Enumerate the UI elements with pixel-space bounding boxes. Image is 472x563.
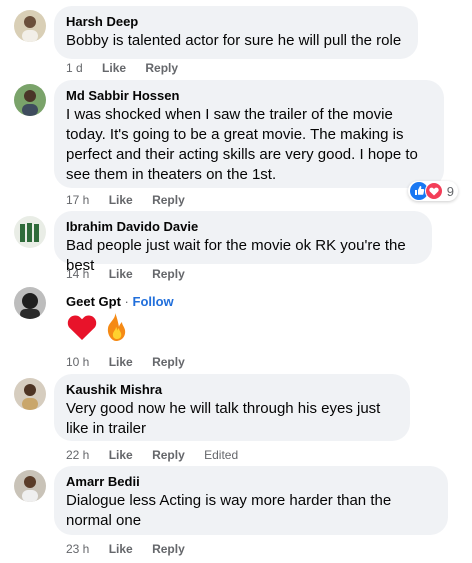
comment-actions: 17 h Like Reply	[66, 192, 201, 208]
timestamp[interactable]: 14 h	[66, 267, 89, 281]
separator: ·	[124, 294, 129, 309]
reaction-count: 9	[446, 183, 454, 199]
comment-actions: 10 h Like Reply	[66, 354, 201, 370]
author-name[interactable]: Kaushik Mishra	[66, 382, 398, 398]
reaction-summary[interactable]: 9	[407, 181, 458, 201]
author-name[interactable]: Geet Gpt	[66, 294, 121, 309]
avatar[interactable]	[14, 378, 46, 410]
avatar[interactable]	[14, 287, 46, 319]
comment-bubble: Md Sabbir Hossen I was shocked when I sa…	[54, 80, 444, 188]
heart-emoji-icon	[66, 312, 98, 347]
comment-bubble: Kaushik Mishra Very good now he will tal…	[54, 374, 410, 441]
love-reaction-icon	[424, 182, 443, 200]
reply-button[interactable]: Reply	[152, 542, 185, 556]
avatar[interactable]	[14, 470, 46, 502]
emoji-content	[66, 312, 174, 346]
comment-text: Bobby is talented actor for sure he will…	[66, 32, 402, 49]
comment-body: Geet Gpt · Follow	[66, 294, 174, 346]
avatar[interactable]	[14, 10, 46, 42]
reply-button[interactable]: Reply	[152, 355, 185, 369]
like-button[interactable]: Like	[109, 267, 133, 281]
avatar[interactable]	[14, 216, 46, 248]
comment-text: Dialogue less Acting is way more harder …	[66, 492, 392, 529]
comment-text: Very good now he will talk through his e…	[66, 400, 381, 437]
comment-actions: 23 h Like Reply	[66, 541, 201, 557]
like-button[interactable]: Like	[109, 355, 133, 369]
reply-button[interactable]: Reply	[152, 267, 185, 281]
comment-bubble: Amarr Bedii Dialogue less Acting is way …	[54, 466, 448, 535]
timestamp[interactable]: 22 h	[66, 448, 89, 462]
comment-actions: 22 h Like Reply Edited	[66, 447, 254, 463]
author-line: Geet Gpt · Follow	[66, 294, 174, 310]
fire-emoji-icon	[100, 311, 130, 348]
timestamp[interactable]: 10 h	[66, 355, 89, 369]
comment-text: I was shocked when I saw the trailer of …	[66, 106, 418, 183]
like-button[interactable]: Like	[109, 448, 133, 462]
comment-actions: 1 d Like Reply	[66, 60, 194, 76]
reply-button[interactable]: Reply	[152, 448, 185, 462]
comment-bubble: Harsh Deep Bobby is talented actor for s…	[54, 6, 418, 59]
author-name[interactable]: Ibrahim Davido Davie	[66, 219, 420, 235]
reply-button[interactable]: Reply	[145, 61, 178, 75]
edited-label[interactable]: Edited	[204, 448, 238, 462]
like-button[interactable]: Like	[109, 542, 133, 556]
comment-actions: 14 h Like Reply	[66, 266, 201, 282]
like-button[interactable]: Like	[109, 193, 133, 207]
reply-button[interactable]: Reply	[152, 193, 185, 207]
timestamp[interactable]: 1 d	[66, 61, 83, 75]
like-button[interactable]: Like	[102, 61, 126, 75]
follow-button[interactable]: Follow	[133, 294, 174, 309]
timestamp[interactable]: 23 h	[66, 542, 89, 556]
author-name[interactable]: Harsh Deep	[66, 14, 406, 30]
comment-bubble: Ibrahim Davido Davie Bad people just wai…	[54, 211, 432, 274]
timestamp[interactable]: 17 h	[66, 193, 89, 207]
avatar[interactable]	[14, 84, 46, 116]
author-name[interactable]: Amarr Bedii	[66, 474, 436, 490]
author-name[interactable]: Md Sabbir Hossen	[66, 88, 432, 104]
